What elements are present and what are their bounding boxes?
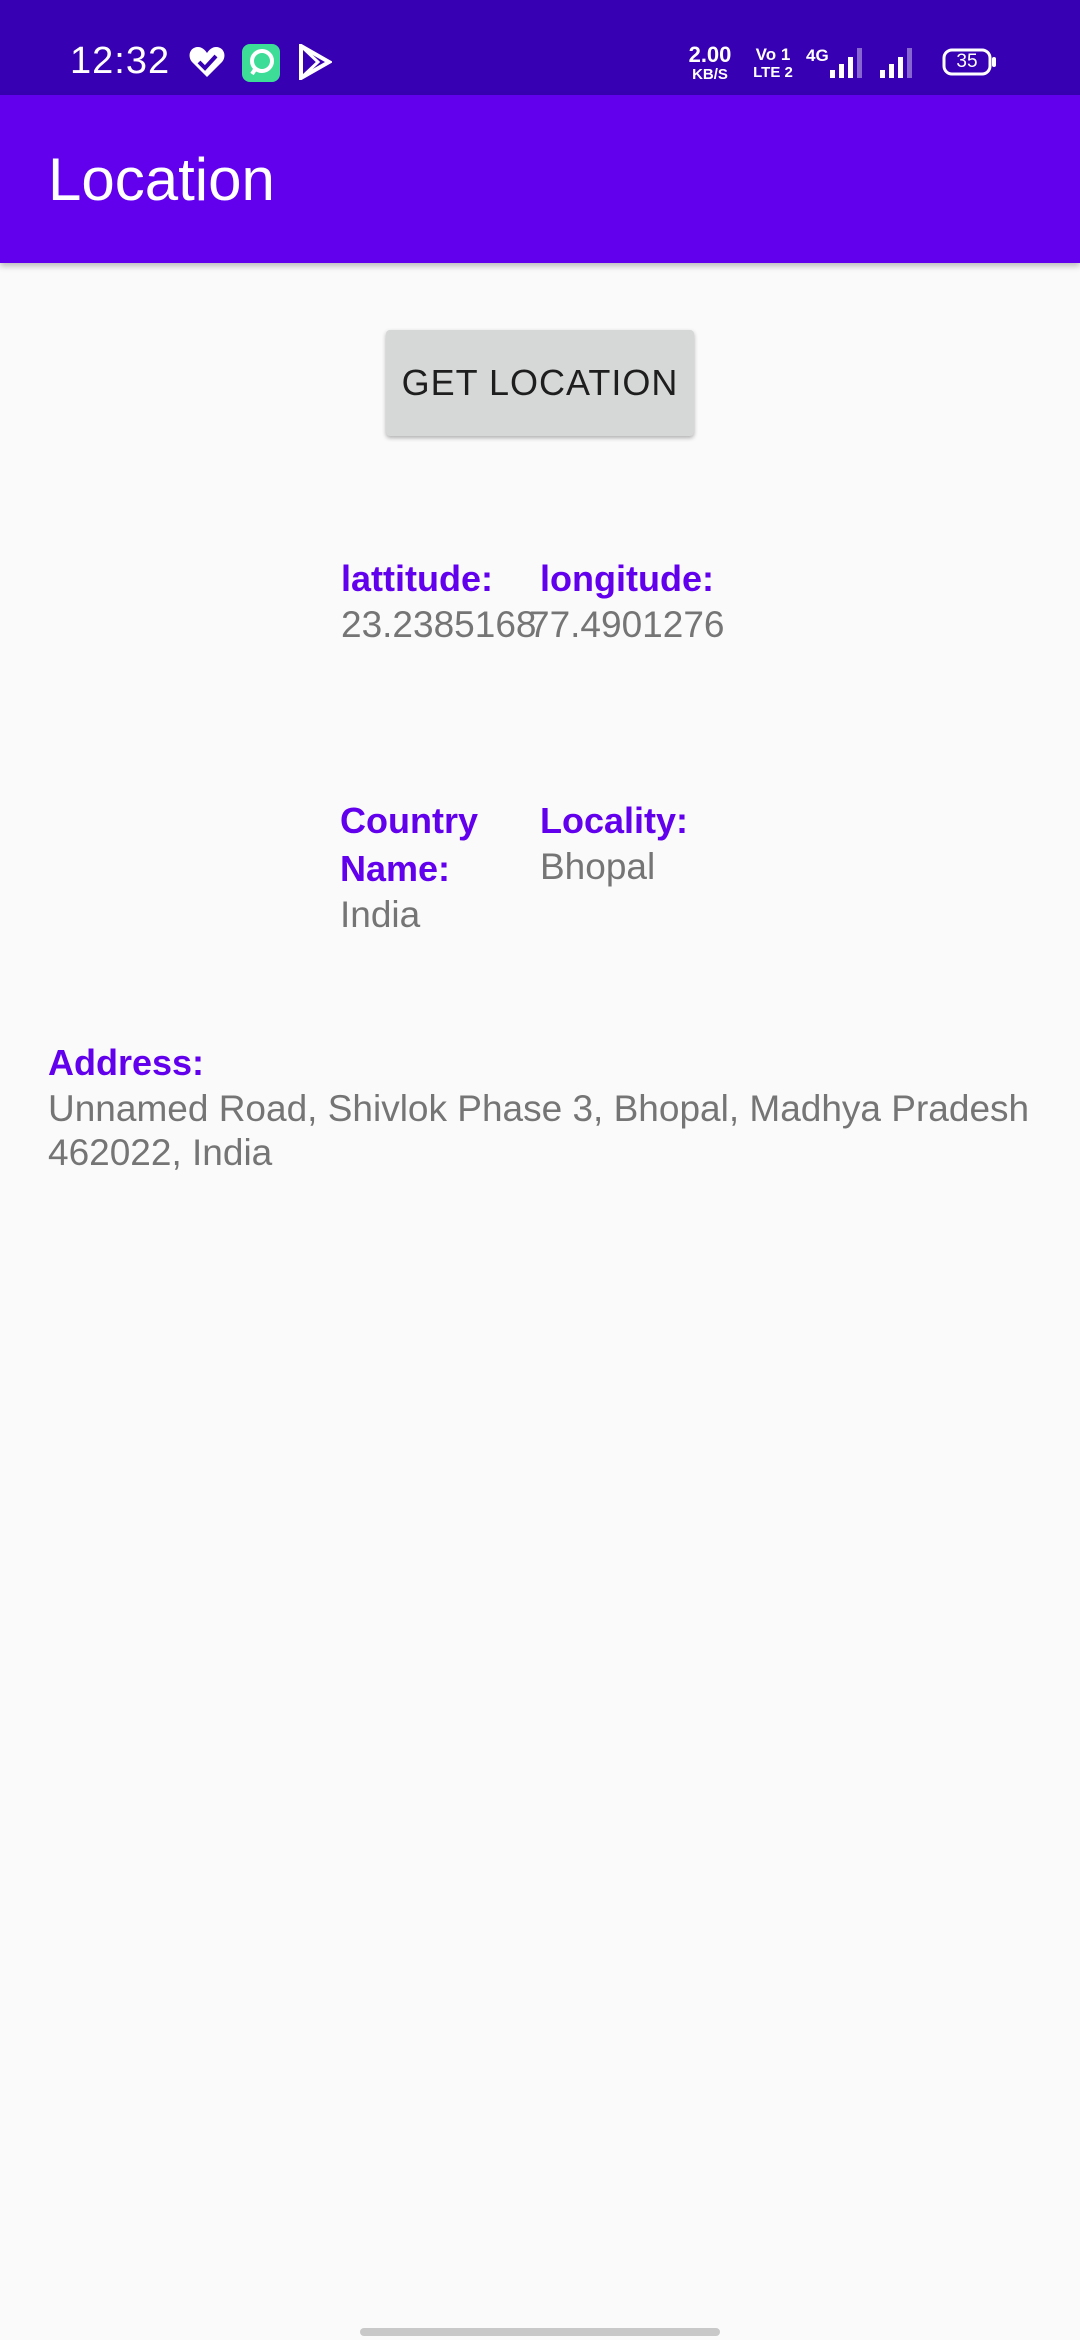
locality-label: Locality: — [540, 800, 689, 841]
address-value-line2: 462022, India — [48, 1132, 273, 1173]
country-name-value: India — [340, 894, 421, 935]
system-status-icons: 2.00 KB/S Vo 1 LTE 2 4G 35 — [680, 44, 1020, 88]
signal-icon — [828, 46, 868, 85]
volte-bottom: LTE 2 — [753, 64, 793, 81]
longitude-label: longitude: — [540, 558, 714, 599]
network-speed-unit: KB/S — [692, 66, 728, 83]
battery-level: 35 — [956, 51, 978, 72]
longitude-value: 77.4901276 — [529, 604, 725, 645]
network-type: 4G — [806, 46, 829, 65]
country-name-label-line2: Name: — [340, 848, 451, 889]
locality-value: Bhopal — [540, 846, 656, 887]
status-bar: 12:32 2.00 KB/S Vo 1 LTE 2 4G 35 — [0, 0, 1080, 95]
page-title: Location — [48, 146, 275, 213]
network-speed: 2.00 KB/S — [680, 42, 740, 83]
country-name-label-line1: Country — [340, 800, 478, 841]
status-time: 12:32 — [70, 40, 171, 82]
home-gesture-bar[interactable] — [360, 2328, 720, 2336]
volte-top: Vo 1 — [755, 45, 791, 64]
signal-icon — [878, 46, 918, 85]
latitude-label: lattitude: — [341, 558, 493, 599]
heart-icon — [188, 44, 226, 85]
app-bar: Location — [0, 95, 1080, 263]
address-label: Address: — [48, 1042, 205, 1083]
play-store-icon — [298, 42, 334, 85]
chat-app-icon — [242, 44, 280, 87]
volte-indicator: Vo 1 LTE 2 — [748, 46, 798, 80]
battery-icon: 35 — [942, 48, 998, 83]
network-speed-value: 2.00 — [688, 42, 732, 67]
latitude-value: 23.2385168 — [341, 604, 537, 645]
get-location-button[interactable]: GET LOCATION — [386, 330, 694, 436]
address-value-line1: Unnamed Road, Shivlok Phase 3, Bhopal, M… — [48, 1088, 1030, 1129]
